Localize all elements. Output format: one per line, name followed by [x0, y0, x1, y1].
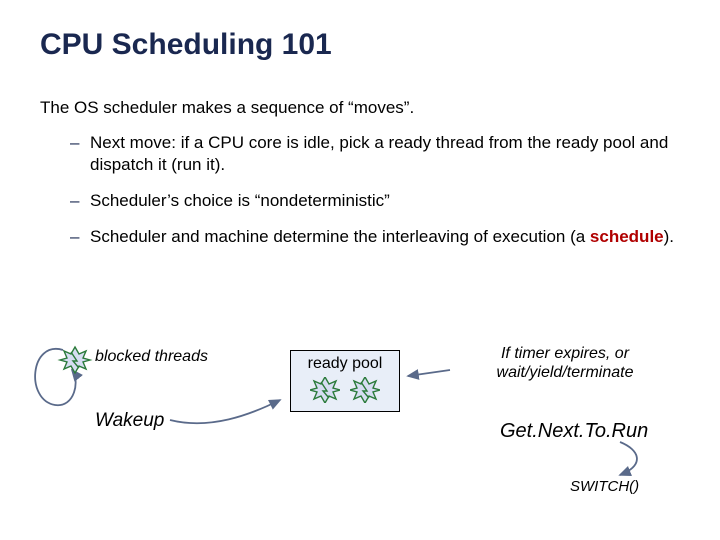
- thread-icon: [310, 377, 340, 403]
- arrow-icon: [408, 370, 450, 376]
- bullet-text: Scheduler and machine determine the inte…: [90, 227, 590, 246]
- bullet-item: Scheduler’s choice is “nondeterministic”: [70, 190, 680, 212]
- ready-pool-label: ready pool: [297, 355, 393, 373]
- ready-pool-box: ready pool: [290, 350, 400, 412]
- loop-arrow-icon: [35, 349, 76, 405]
- diagram: blocked threads Wakeup ready pool If tim…: [0, 320, 720, 520]
- emphasis-schedule: schedule: [590, 227, 664, 246]
- intro-text: The OS scheduler makes a sequence of “mo…: [40, 98, 680, 118]
- wakeup-arrow-icon: [170, 400, 280, 423]
- thread-icon: [60, 347, 90, 373]
- bullet-text: ).: [664, 227, 674, 246]
- thread-row: [297, 377, 393, 403]
- thread-icon: [350, 377, 380, 403]
- switch-label: SWITCH(): [570, 478, 639, 495]
- blocked-threads-label: blocked threads: [95, 348, 208, 366]
- bullet-list: Next move: if a CPU core is idle, pick a…: [40, 132, 680, 248]
- bullet-item: Scheduler and machine determine the inte…: [70, 226, 680, 248]
- slide: CPU Scheduling 101 The OS scheduler make…: [0, 0, 720, 540]
- arrow-icon: [620, 442, 637, 475]
- page-title: CPU Scheduling 101: [40, 28, 680, 62]
- getnext-label: Get.Next.To.Run: [500, 420, 648, 443]
- bullet-item: Next move: if a CPU core is idle, pick a…: [70, 132, 680, 176]
- timer-caption: If timer expires, or wait/yield/terminat…: [450, 344, 680, 382]
- wakeup-label: Wakeup: [95, 410, 164, 432]
